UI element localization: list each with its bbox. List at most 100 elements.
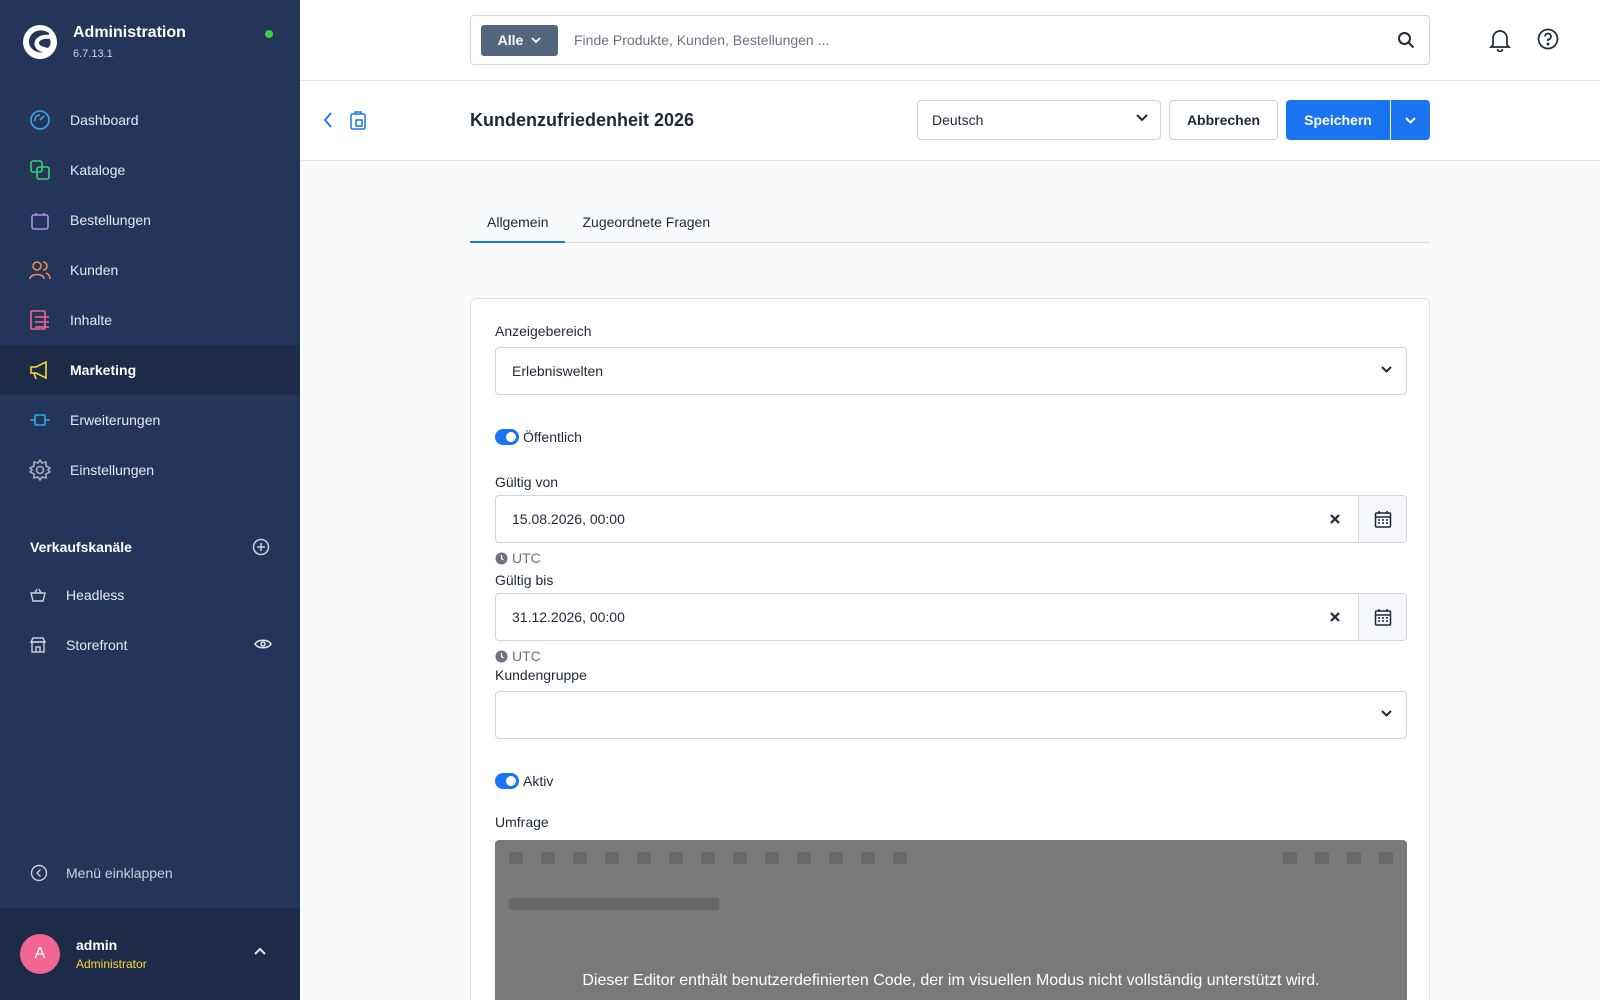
nav-label: Dashboard bbox=[70, 112, 139, 128]
timezone-label: UTC bbox=[512, 648, 541, 664]
content-icon bbox=[28, 308, 52, 332]
online-status-icon bbox=[265, 30, 273, 38]
search-icon[interactable] bbox=[1397, 31, 1415, 49]
nav-label: Kataloge bbox=[70, 162, 126, 178]
global-search: Alle bbox=[470, 15, 1430, 65]
tab-bar: Allgemein Zugeordnete Fragen bbox=[470, 199, 1430, 243]
nav-item-settings[interactable]: Einstellungen bbox=[0, 445, 300, 495]
language-value: Deutsch bbox=[932, 112, 984, 128]
calendar-icon[interactable] bbox=[1358, 496, 1406, 542]
clipboard-icon[interactable] bbox=[349, 110, 367, 130]
collapse-menu-button[interactable]: Menü einklappen bbox=[30, 864, 173, 882]
nav-label: Inhalte bbox=[70, 312, 113, 328]
nav-item-customers[interactable]: Kunden bbox=[0, 245, 300, 295]
active-toggle[interactable] bbox=[495, 773, 519, 789]
valid-from-value: 15.08.2026, 00:00 bbox=[512, 511, 625, 527]
chevron-down-icon bbox=[1381, 366, 1392, 373]
valid-from-label: Gültig von bbox=[495, 474, 559, 490]
nav-label: Bestellungen bbox=[70, 212, 151, 228]
user-role: Administrator bbox=[76, 957, 147, 971]
public-toggle-row: Öffentlich bbox=[495, 429, 582, 445]
timezone-label: UTC bbox=[512, 550, 541, 566]
save-button[interactable]: Speichern bbox=[1286, 100, 1390, 140]
top-bar: Alle bbox=[300, 0, 1600, 81]
basket-icon bbox=[30, 587, 48, 603]
chevron-down-icon bbox=[1136, 114, 1148, 122]
sidebar: Administration 6.7.13.1 Dashboard Katalo… bbox=[0, 0, 300, 1000]
chevron-down-icon bbox=[1405, 116, 1416, 124]
sales-channel-label: Headless bbox=[66, 587, 125, 603]
tab-general[interactable]: Allgemein bbox=[470, 199, 566, 243]
valid-from-field[interactable]: 15.08.2026, 00:00 bbox=[495, 495, 1407, 543]
collapse-label: Menü einklappen bbox=[66, 865, 173, 881]
nav-label: Kunden bbox=[70, 262, 119, 278]
bell-icon[interactable] bbox=[1489, 28, 1511, 52]
add-sales-channel-icon[interactable] bbox=[252, 538, 270, 556]
display-area-value: Erlebniswelten bbox=[512, 363, 604, 379]
save-options-button[interactable] bbox=[1391, 100, 1430, 140]
users-icon bbox=[28, 258, 52, 282]
survey-label: Umfrage bbox=[495, 814, 549, 830]
avatar: A bbox=[20, 934, 60, 974]
main-nav: Dashboard Kataloge Bestellungen Kunden I… bbox=[0, 95, 300, 495]
editor-notice: Dieser Editor enthält benutzerdefinierte… bbox=[582, 972, 1320, 989]
nav-item-orders[interactable]: Bestellungen bbox=[0, 195, 300, 245]
sales-channel-label: Storefront bbox=[66, 637, 128, 653]
active-toggle-row: Aktiv bbox=[495, 773, 553, 789]
clock-icon bbox=[495, 552, 508, 564]
sales-channels-header: Verkaufskanäle bbox=[30, 538, 270, 556]
customer-group-select[interactable] bbox=[495, 691, 1407, 739]
display-area-label: Anzeigebereich bbox=[495, 323, 592, 339]
shopware-logo-icon bbox=[23, 25, 57, 59]
valid-to-label: Gültig bis bbox=[495, 572, 554, 588]
public-toggle[interactable] bbox=[495, 429, 519, 445]
sales-channel-storefront[interactable]: Storefront bbox=[30, 630, 272, 660]
valid-to-value: 31.12.2026, 00:00 bbox=[512, 609, 625, 625]
sales-channels-title: Verkaufskanäle bbox=[30, 539, 132, 555]
sales-channel-headless[interactable]: Headless bbox=[30, 580, 272, 610]
editor-content-preview bbox=[509, 898, 719, 910]
language-select[interactable]: Deutsch bbox=[917, 100, 1161, 140]
search-type-label: Alle bbox=[497, 32, 524, 48]
app-version: 6.7.13.1 bbox=[73, 48, 113, 60]
search-input[interactable] bbox=[574, 32, 1354, 48]
nav-item-extensions[interactable]: Erweiterungen bbox=[0, 395, 300, 445]
bag-icon bbox=[28, 208, 52, 232]
search-type-dropdown[interactable]: Alle bbox=[481, 24, 558, 56]
nav-item-catalogs[interactable]: Kataloge bbox=[0, 145, 300, 195]
valid-from-timezone: UTC bbox=[495, 550, 541, 566]
nav-item-content[interactable]: Inhalte bbox=[0, 295, 300, 345]
clear-icon[interactable] bbox=[1312, 611, 1358, 623]
cancel-button[interactable]: Abbrechen bbox=[1169, 100, 1278, 140]
storefront-icon bbox=[30, 637, 48, 653]
app-title: Administration bbox=[73, 24, 186, 41]
megaphone-icon bbox=[28, 358, 52, 382]
chevron-down-icon bbox=[1381, 710, 1392, 717]
catalog-icon bbox=[28, 158, 52, 182]
nav-label: Erweiterungen bbox=[70, 412, 161, 428]
valid-to-field[interactable]: 31.12.2026, 00:00 bbox=[495, 593, 1407, 641]
eye-icon[interactable] bbox=[254, 637, 272, 653]
page-header: Kundenzufriedenheit 2026 Deutsch Abbrech… bbox=[300, 81, 1600, 161]
nav-label: Marketing bbox=[70, 362, 137, 378]
clear-icon[interactable] bbox=[1312, 513, 1358, 525]
survey-editor[interactable]: Dieser Editor enthält benutzerdefinierte… bbox=[495, 840, 1407, 1000]
user-name: admin bbox=[76, 937, 118, 953]
settings-card: Anzeigebereich Erlebniswelten Öffentlich… bbox=[470, 298, 1430, 1000]
help-icon[interactable] bbox=[1537, 28, 1559, 50]
tab-assigned-questions[interactable]: Zugeordnete Fragen bbox=[565, 199, 727, 243]
brand[interactable]: Administration 6.7.13.1 bbox=[22, 24, 186, 60]
public-label: Öffentlich bbox=[523, 429, 582, 445]
nav-label: Einstellungen bbox=[70, 462, 155, 478]
back-icon[interactable] bbox=[322, 111, 334, 129]
nav-item-marketing[interactable]: Marketing bbox=[0, 345, 300, 395]
editor-toolbar-right bbox=[1283, 852, 1393, 864]
user-menu[interactable]: A admin Administrator bbox=[0, 908, 300, 1000]
chevron-left-circle-icon bbox=[30, 864, 48, 882]
chevron-down-icon bbox=[531, 36, 541, 43]
gear-icon bbox=[28, 458, 52, 482]
display-area-select[interactable]: Erlebniswelten bbox=[495, 347, 1407, 395]
calendar-icon[interactable] bbox=[1358, 594, 1406, 640]
nav-item-dashboard[interactable]: Dashboard bbox=[0, 95, 300, 145]
editor-toolbar bbox=[509, 852, 907, 864]
